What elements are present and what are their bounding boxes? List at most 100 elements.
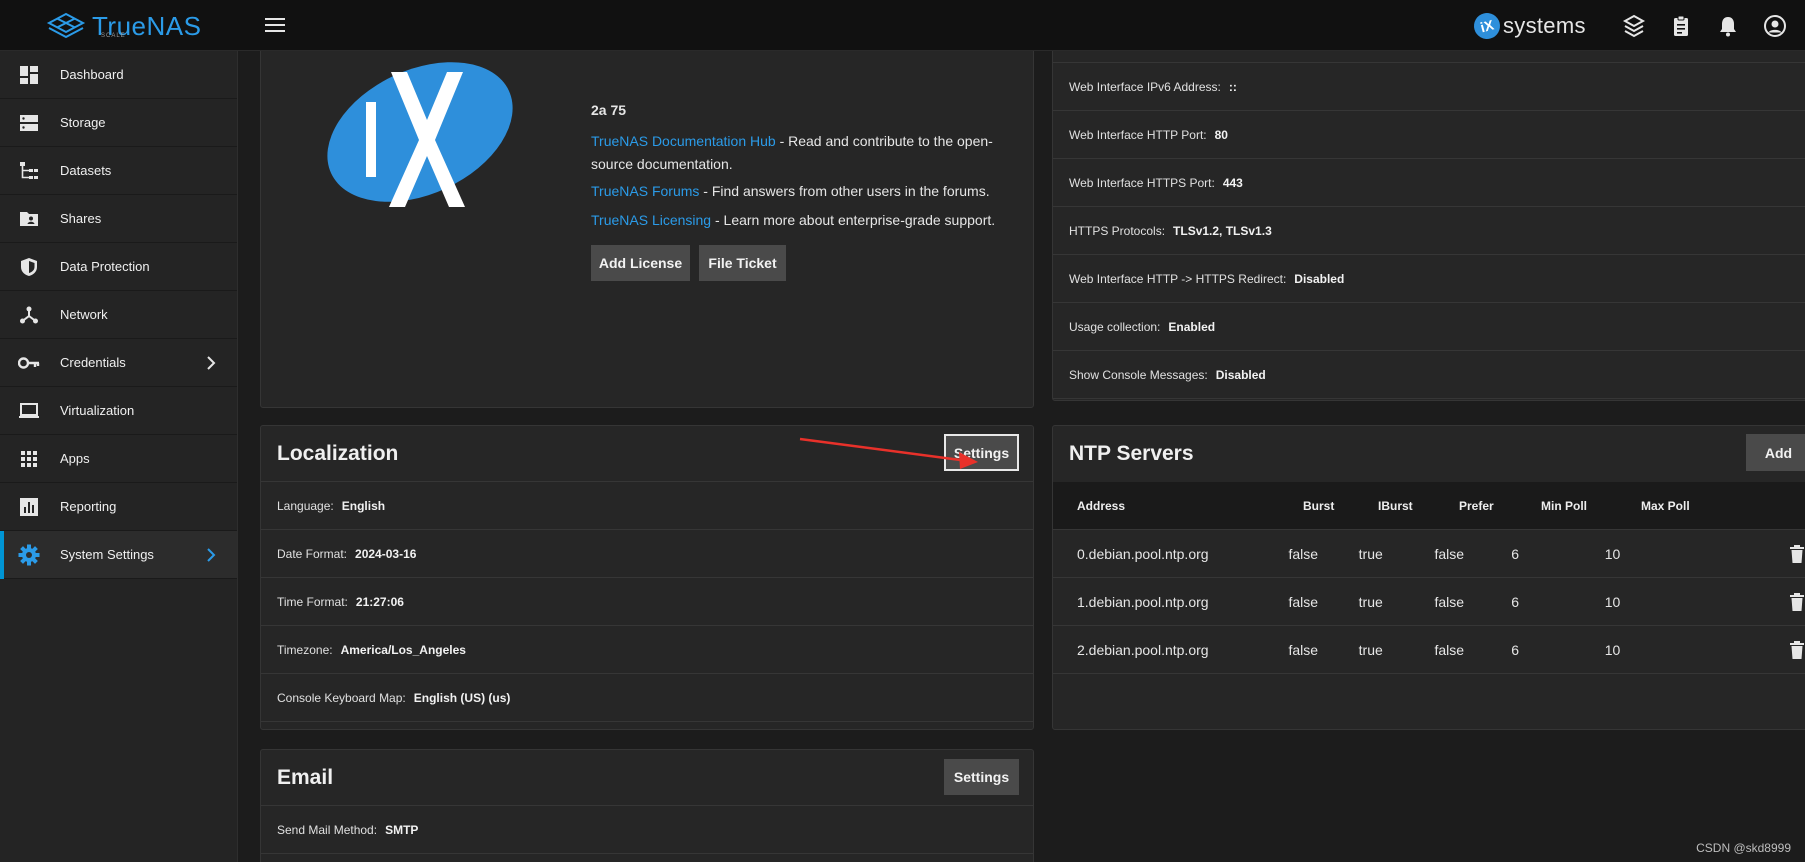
forums-link[interactable]: TrueNAS Forums	[591, 183, 699, 199]
table-row[interactable]: 1.debian.pool.ntp.org false true false 6…	[1053, 578, 1805, 626]
column-header[interactable]: Prefer	[1459, 499, 1541, 513]
column-header[interactable]: IBurst	[1378, 499, 1459, 513]
ntp-max-poll: 10	[1604, 641, 1621, 658]
doc-description-cont: source documentation.	[591, 156, 733, 172]
bell-icon[interactable]	[1716, 14, 1740, 38]
sidebar-item-virtualization[interactable]: Virtualization	[0, 387, 237, 435]
delete-icon[interactable]	[1789, 544, 1805, 563]
account-icon[interactable]	[1763, 14, 1787, 38]
documentation-hub-link[interactable]: TrueNAS Documentation Hub	[591, 133, 776, 149]
gui-row: Web Interface HTTPS Port: 443	[1053, 159, 1805, 207]
main-content: 2a 75 TrueNAS Documentation Hub - Read a…	[238, 51, 1805, 862]
ntp-max-poll: 10	[1604, 545, 1621, 562]
shield-icon	[18, 256, 40, 278]
annotation-arrow	[799, 437, 978, 469]
gui-row-label: Web Interface HTTP -> HTTPS Redirect:	[1069, 271, 1287, 286]
column-header[interactable]: Max Poll	[1641, 499, 1741, 513]
ntp-burst: false	[1288, 641, 1319, 658]
ixsystems-logo[interactable]: iX systems	[1471, 10, 1586, 42]
sidebar-item-label: Network	[60, 307, 108, 322]
network-icon	[18, 304, 40, 326]
gui-row-value: Disabled	[1215, 367, 1266, 382]
localization-row-value: 21:27:06	[355, 594, 404, 609]
sidebar-item-storage[interactable]: Storage	[0, 99, 237, 147]
gui-row-label: Show Console Messages:	[1069, 367, 1208, 382]
localization-row-value: America/Los_Angeles	[340, 642, 466, 657]
gui-row: HTTPS Protocols: TLSv1.2, TLSv1.3	[1053, 207, 1805, 255]
localization-row: Console Keyboard Map: English (US) (us)	[261, 674, 1033, 722]
ntp-table-header: Address Burst IBurst Prefer Min Poll Max…	[1053, 482, 1805, 530]
forums-description: - Find answers from other users in the f…	[699, 183, 990, 199]
sidebar-item-label: Credentials	[60, 355, 126, 370]
gui-row-label: Web Interface HTTP Port:	[1069, 127, 1207, 142]
apps-grid-icon	[18, 448, 40, 470]
gui-row: Web Interface HTTP -> HTTPS Redirect: Dis…	[1053, 255, 1805, 303]
delete-icon[interactable]	[1789, 592, 1805, 611]
ntp-title: NTP Servers	[1069, 442, 1194, 465]
email-card: Email Settings Send Mail Method: SMTP	[260, 749, 1034, 862]
sidebar-item-label: Reporting	[60, 499, 117, 514]
ix-vendor-text: systems	[1503, 13, 1586, 38]
column-header[interactable]: Burst	[1303, 499, 1378, 513]
localization-row: Date Format: 2024-03-16	[261, 530, 1033, 578]
sidebar-item-credentials[interactable]: Credentials	[0, 339, 237, 387]
menu-toggle-button[interactable]	[265, 18, 285, 34]
gui-row: Show Console Messages: Disabled	[1053, 351, 1805, 399]
truecommand-icon[interactable]	[1622, 14, 1646, 38]
ntp-add-button[interactable]: Add	[1746, 434, 1805, 471]
sidebar-item-apps[interactable]: Apps	[0, 435, 237, 483]
column-header[interactable]: Address	[1053, 499, 1303, 513]
email-row: Send Mail Method: SMTP	[261, 806, 1033, 854]
sidebar-item-label: Data Protection	[60, 259, 150, 274]
support-forums-line: TrueNAS Forums - Find answers from other…	[591, 180, 990, 203]
ix-logo-image	[327, 62, 513, 207]
ntp-burst: false	[1288, 545, 1319, 562]
licensing-link[interactable]: TrueNAS Licensing	[591, 212, 711, 228]
file-ticket-button[interactable]: File Ticket	[699, 245, 786, 281]
delete-icon[interactable]	[1789, 640, 1805, 659]
localization-row: Timezone: America/Los_Angeles	[261, 626, 1033, 674]
sidebar-item-network[interactable]: Network	[0, 291, 237, 339]
email-row-label: Send Mail Method:	[277, 822, 378, 837]
sidebar-item-label: Dashboard	[60, 67, 124, 82]
sidebar-item-system-settings[interactable]: System Settings	[0, 531, 237, 579]
storage-icon	[18, 112, 40, 134]
gui-row-value: Disabled	[1294, 271, 1345, 286]
localization-row-value: English (US) (us)	[413, 690, 511, 705]
key-icon	[18, 352, 40, 374]
ntp-address: 2.debian.pool.ntp.org	[1077, 641, 1209, 658]
ix-badge: iX	[1471, 10, 1503, 42]
gui-row: Web Interface HTTP Port: 80	[1053, 111, 1805, 159]
ntp-prefer: false	[1434, 641, 1465, 658]
add-license-button[interactable]: Add License	[591, 245, 690, 281]
top-bar: TrueNAS SCALE iX systems	[0, 0, 1805, 51]
ntp-burst: false	[1288, 593, 1319, 610]
gui-row-label: Web Interface IPv6 Address:	[1069, 79, 1221, 94]
gui-row-value: ::	[1228, 79, 1237, 94]
column-header[interactable]: Min Poll	[1541, 499, 1641, 513]
chevron-right-icon	[207, 548, 216, 562]
table-row[interactable]: 0.debian.pool.ntp.org false true false 6…	[1053, 530, 1805, 578]
email-row-value: SMTP	[385, 822, 419, 837]
sidebar-item-dashboard[interactable]: Dashboard	[0, 51, 237, 99]
email-settings-button[interactable]: Settings	[944, 759, 1019, 795]
sidebar-item-label: Storage	[60, 115, 106, 130]
gui-row: Web Interface IPv6 Address:::	[1053, 63, 1805, 111]
clipboard-icon[interactable]	[1669, 14, 1693, 38]
datasets-icon	[18, 160, 40, 182]
ntp-prefer: false	[1434, 593, 1465, 610]
ntp-iburst: true	[1358, 641, 1383, 658]
ntp-iburst: true	[1358, 593, 1383, 610]
watermark: CSDN @skd8999	[1696, 841, 1791, 855]
sidebar-item-label: Apps	[60, 451, 90, 466]
brand-edition: SCALE	[101, 33, 126, 39]
localization-row-label: Date Format:	[277, 546, 348, 561]
localization-row-value: 2024-03-16	[355, 546, 417, 561]
sidebar-item-shares[interactable]: Shares	[0, 195, 237, 243]
sidebar-item-datasets[interactable]: Datasets	[0, 147, 237, 195]
sidebar-item-data-protection[interactable]: Data Protection	[0, 243, 237, 291]
sidebar-item-reporting[interactable]: Reporting	[0, 483, 237, 531]
table-row[interactable]: 2.debian.pool.ntp.org false true false 6…	[1053, 626, 1805, 674]
ntp-prefer: false	[1434, 545, 1465, 562]
sidebar-item-label: System Settings	[60, 547, 154, 562]
